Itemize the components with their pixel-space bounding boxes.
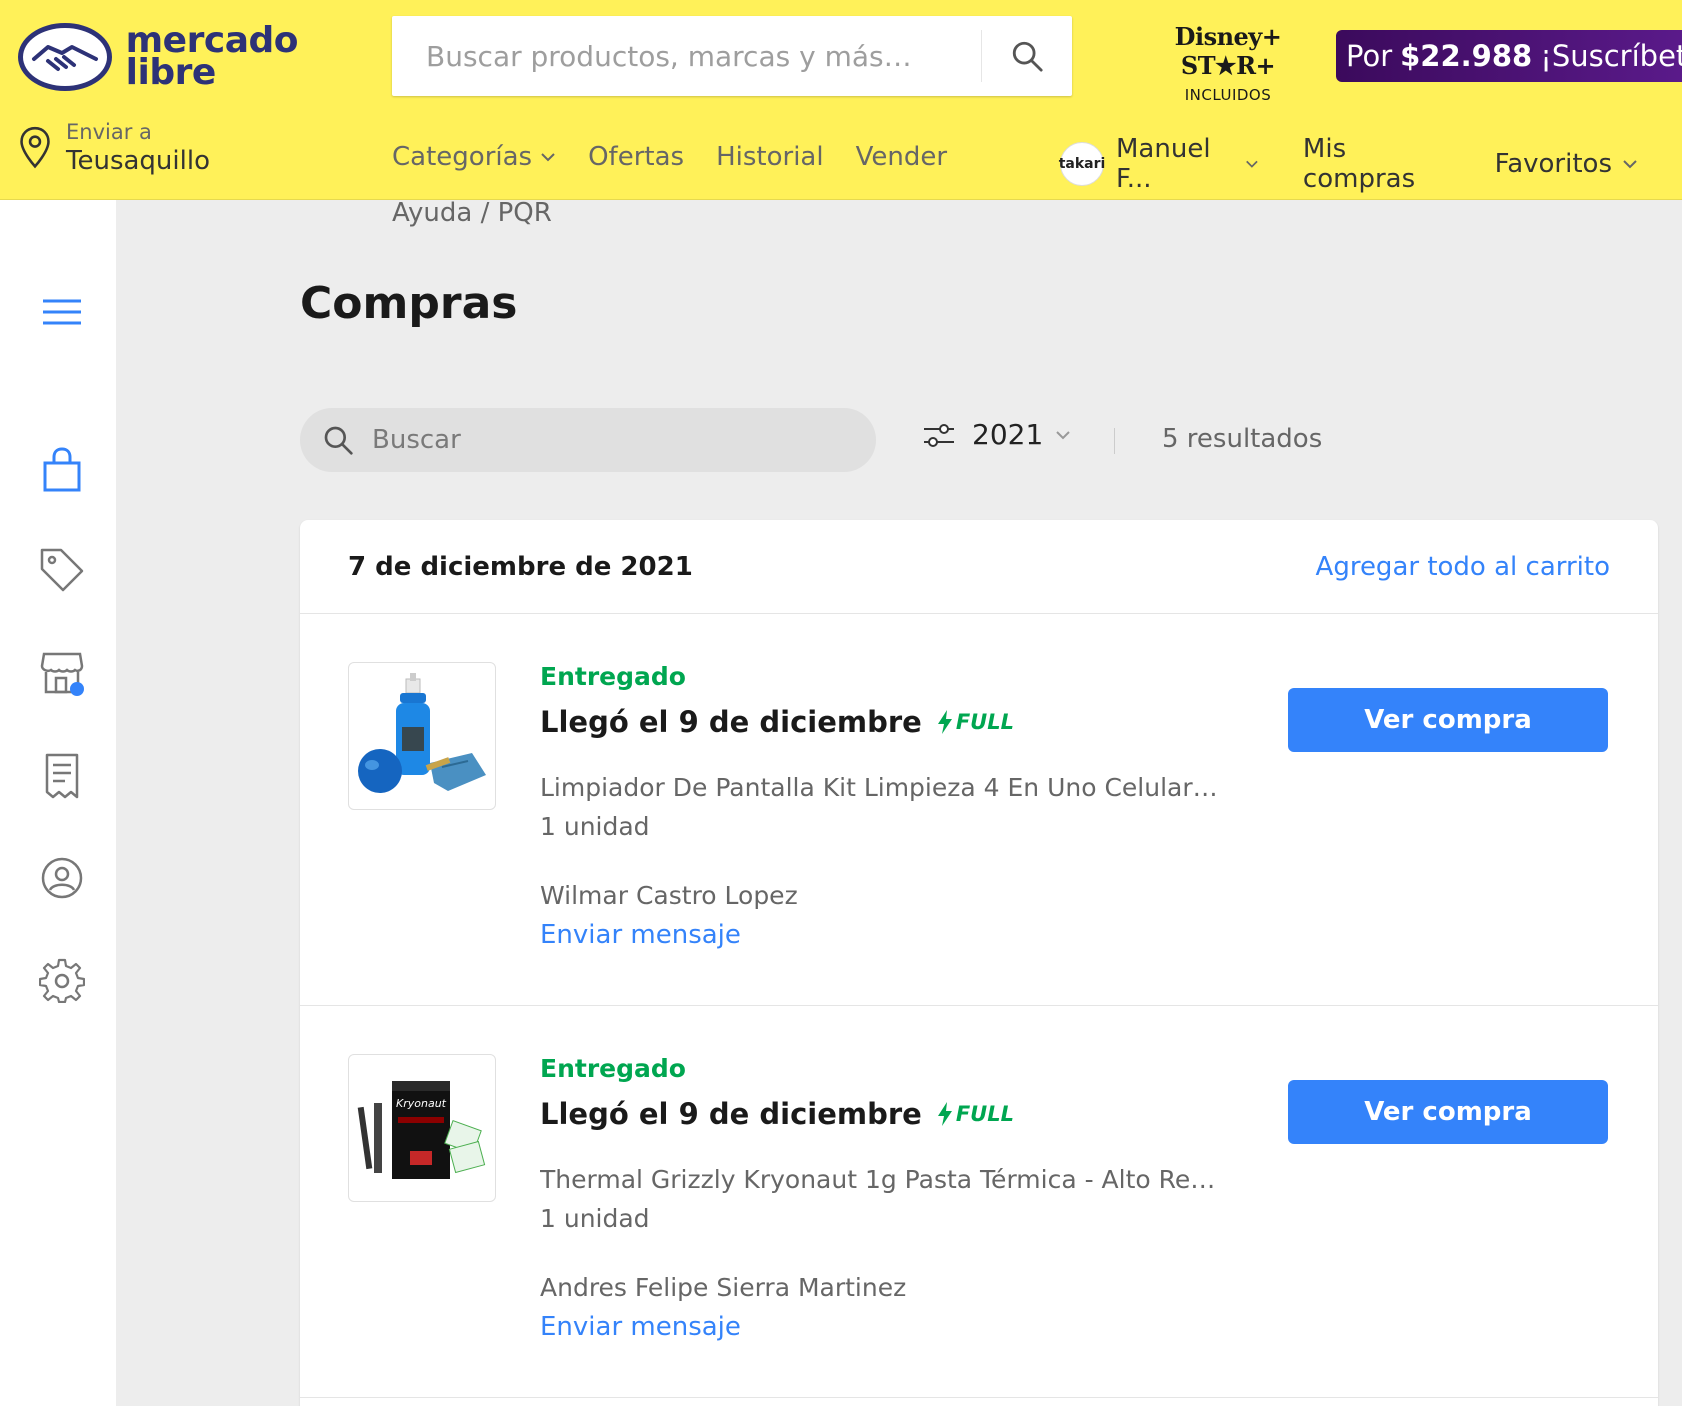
chevron-down-icon [1056, 430, 1070, 439]
order-item: Kryonaut Entregado Llegó el 9 de diciemb… [300, 1006, 1658, 1398]
sidebar-item-purchases[interactable] [34, 442, 90, 498]
header-search [392, 16, 1072, 96]
user-nav: takari Manuel F... Mis compras Favoritos [1059, 134, 1682, 194]
arrival-date: Llegó el 9 de diciembre [540, 705, 922, 739]
arrival-date: Llegó el 9 de diciembre [540, 1097, 922, 1131]
nav-history[interactable]: Historial [716, 142, 824, 172]
nav-categories[interactable]: Categorías [392, 142, 556, 172]
search-icon [324, 426, 353, 455]
ship-location: Teusaquillo [66, 146, 210, 176]
mercado-libre-logo[interactable]: mercado libre [18, 19, 299, 94]
sidebar-item-settings[interactable] [34, 952, 90, 1008]
menu-button[interactable] [34, 284, 90, 340]
sidebar-item-store[interactable] [34, 644, 90, 700]
chevron-down-icon [541, 153, 555, 162]
ship-to-location[interactable]: Enviar a Teusaquillo [18, 118, 210, 178]
hamburger-icon [43, 299, 81, 325]
avatar: takari [1059, 142, 1105, 186]
user-menu[interactable]: takari Manuel F... [1059, 134, 1259, 194]
user-name: Manuel F... [1116, 134, 1211, 194]
filter-divider [1114, 428, 1115, 454]
product-thumbnail[interactable]: Kryonaut [348, 1054, 496, 1202]
nav-sell[interactable]: Vender [856, 142, 947, 172]
header-search-input[interactable] [392, 16, 981, 96]
main-nav: Categorías Ofertas Historial Vender [392, 142, 979, 172]
my-purchases-link[interactable]: Mis compras [1303, 134, 1451, 194]
sidebar-item-sales[interactable] [34, 542, 90, 598]
header: mercado libre Disney+ ST★R+ INCLUIDOS Po… [0, 0, 1682, 200]
purchase-group-header: 7 de diciembre de 2021 Agregar todo al c… [300, 520, 1658, 614]
favorites-menu[interactable]: Favoritos [1495, 149, 1638, 179]
subscription-banner[interactable]: Por $22.988 ¡Suscríbete [1336, 30, 1682, 82]
lightning-icon [937, 1102, 952, 1126]
location-pin-icon [20, 126, 50, 169]
full-badge: FULL [936, 1101, 1014, 1127]
send-message-link[interactable]: Enviar mensaje [540, 1312, 1220, 1342]
notification-dot [70, 682, 84, 696]
promo-prefix: Por [1346, 39, 1393, 73]
disney-included-label: INCLUIDOS [1184, 86, 1272, 104]
search-icon [1012, 41, 1043, 72]
year-value: 2021 [972, 418, 1044, 451]
product-quantity: 1 unidad [540, 1204, 650, 1233]
page-title: Compras [300, 278, 518, 329]
purchase-date: 7 de diciembre de 2021 [348, 551, 693, 582]
promo-cta: ¡Suscríbete [1540, 39, 1682, 73]
ship-label: Enviar a [66, 120, 152, 144]
order-status: Entregado [540, 1054, 686, 1083]
receipt-icon [45, 753, 79, 799]
svg-text:Kryonaut: Kryonaut [396, 1097, 447, 1110]
screen-cleaner-kit-image [358, 673, 486, 793]
handshake-icon [18, 23, 112, 91]
nav-offers[interactable]: Ofertas [588, 142, 684, 172]
purchase-group-card: 7 de diciembre de 2021 Agregar todo al c… [300, 520, 1658, 1406]
lightning-icon [937, 710, 952, 734]
tag-icon [40, 548, 84, 592]
filter-sliders-icon [924, 423, 954, 447]
results-count: 5 resultados [1162, 424, 1323, 454]
disney-star-logo: Disney+ ST★R+ [1174, 22, 1282, 80]
help-link[interactable]: Ayuda / PQR [392, 198, 552, 228]
promo-price: $22.988 [1400, 39, 1533, 73]
order-item: Entregado Llegó el 9 de diciembre FULL L… [300, 614, 1658, 1006]
product-title[interactable]: Limpiador De Pantalla Kit Limpieza 4 En … [540, 773, 1220, 802]
search-button[interactable] [982, 16, 1072, 96]
purchases-search [300, 408, 876, 472]
user-circle-icon [41, 857, 83, 899]
chevron-down-icon [1246, 160, 1258, 168]
purchases-search-input[interactable] [372, 425, 876, 455]
order-status: Entregado [540, 662, 686, 691]
sidebar-item-billing[interactable] [34, 748, 90, 804]
view-purchase-button[interactable]: Ver compra [1288, 688, 1608, 752]
arrival-row: Llegó el 9 de diciembre FULL [540, 1097, 1220, 1131]
disney-star-promo[interactable]: Disney+ ST★R+ INCLUIDOS [1138, 22, 1318, 104]
product-quantity: 1 unidad [540, 812, 650, 841]
arrival-row: Llegó el 9 de diciembre FULL [540, 705, 1220, 739]
logo-wordmark: mercado libre [125, 19, 299, 93]
sidebar-item-profile[interactable] [34, 850, 90, 906]
product-thumbnail[interactable] [348, 662, 496, 810]
sidebar [0, 200, 116, 1406]
thermal-paste-image: Kryonaut [357, 1081, 486, 1179]
chevron-down-icon [1623, 160, 1637, 169]
product-title[interactable]: Thermal Grizzly Kryonaut 1g Pasta Térmic… [540, 1165, 1220, 1194]
view-purchase-button[interactable]: Ver compra [1288, 1080, 1608, 1144]
seller-name: Andres Felipe Sierra Martinez [540, 1273, 907, 1302]
send-message-link[interactable]: Enviar mensaje [540, 920, 1220, 950]
add-all-to-cart-link[interactable]: Agregar todo al carrito [1316, 552, 1610, 582]
shopping-bag-icon [43, 447, 81, 492]
full-badge: FULL [936, 709, 1014, 735]
seller-name: Wilmar Castro Lopez [540, 881, 798, 910]
gear-icon [39, 958, 85, 1003]
year-filter[interactable]: 2021 [922, 418, 1071, 451]
